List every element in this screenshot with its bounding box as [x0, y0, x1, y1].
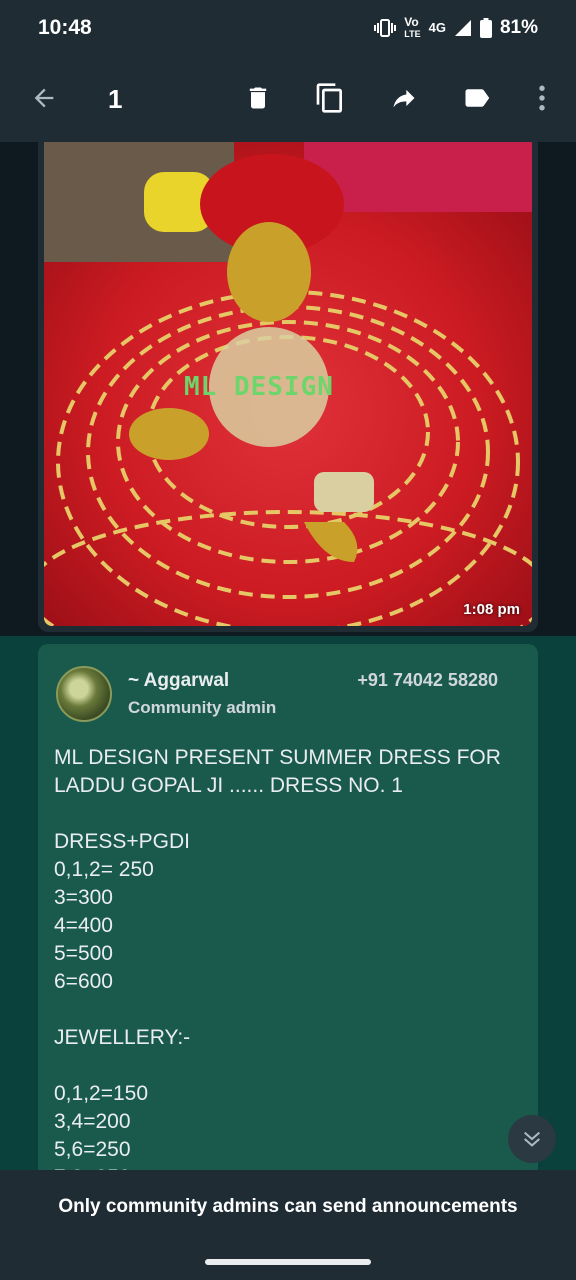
volte-icon: Vo LTE: [404, 15, 421, 39]
forward-button[interactable]: [382, 76, 426, 120]
announcement-message-bubble[interactable]: ~ Aggarwal Community admin +91 74042 582…: [38, 644, 538, 1170]
sender-avatar[interactable]: [56, 666, 112, 722]
sender-header: ~ Aggarwal Community admin +91 74042 582…: [54, 666, 522, 722]
message-text: ML DESIGN PRESENT SUMMER DRESS FOR LADDU…: [54, 746, 501, 1170]
status-bar: 10:48 Vo LTE 4G 81%: [0, 0, 576, 56]
chat-area[interactable]: ML DESIGN 1:08 pm ~ Aggarwal Community a…: [0, 142, 576, 1170]
copy-button[interactable]: [308, 76, 352, 120]
image-message-bubble[interactable]: ML DESIGN 1:08 pm: [38, 142, 538, 632]
back-arrow-icon: [34, 88, 54, 108]
label-button[interactable]: [456, 76, 500, 120]
battery-percent: 81%: [499, 17, 538, 38]
delete-button[interactable]: [236, 76, 280, 120]
status-time: 10:48: [38, 16, 92, 39]
back-button[interactable]: [22, 76, 66, 120]
image-timestamp: 1:08 pm: [463, 601, 520, 618]
sender-name[interactable]: ~ Aggarwal: [128, 670, 276, 692]
copy-icon: [316, 83, 342, 113]
status-icons: Vo LTE 4G 81%: [374, 16, 538, 40]
scroll-to-bottom-button[interactable]: [508, 1115, 556, 1163]
vibrate-icon: [374, 19, 397, 37]
sender-phone[interactable]: +91 74042 58280: [357, 670, 498, 691]
sender-info: ~ Aggarwal Community admin: [128, 670, 276, 718]
delete-icon: [249, 87, 267, 109]
sender-role: Community admin: [128, 698, 277, 717]
double-chevron-down-icon: [524, 1131, 540, 1147]
signal-icon: [454, 20, 471, 36]
image-watermark: ML DESIGN: [184, 372, 334, 402]
message-image[interactable]: ML DESIGN 1:08 pm: [44, 142, 532, 626]
more-options-button[interactable]: [520, 76, 564, 120]
selection-action-bar: 1: [0, 56, 576, 142]
admins-only-notice: Only community admins can send announcem…: [0, 1170, 576, 1244]
selected-count: 1: [108, 84, 123, 114]
home-gesture-handle[interactable]: [205, 1259, 371, 1265]
forward-icon: [393, 89, 415, 108]
label-icon: [465, 89, 490, 107]
system-nav-bar: [0, 1244, 576, 1280]
more-icon: [539, 85, 545, 111]
network-type: 4G: [428, 20, 446, 35]
battery-icon: [479, 18, 492, 38]
